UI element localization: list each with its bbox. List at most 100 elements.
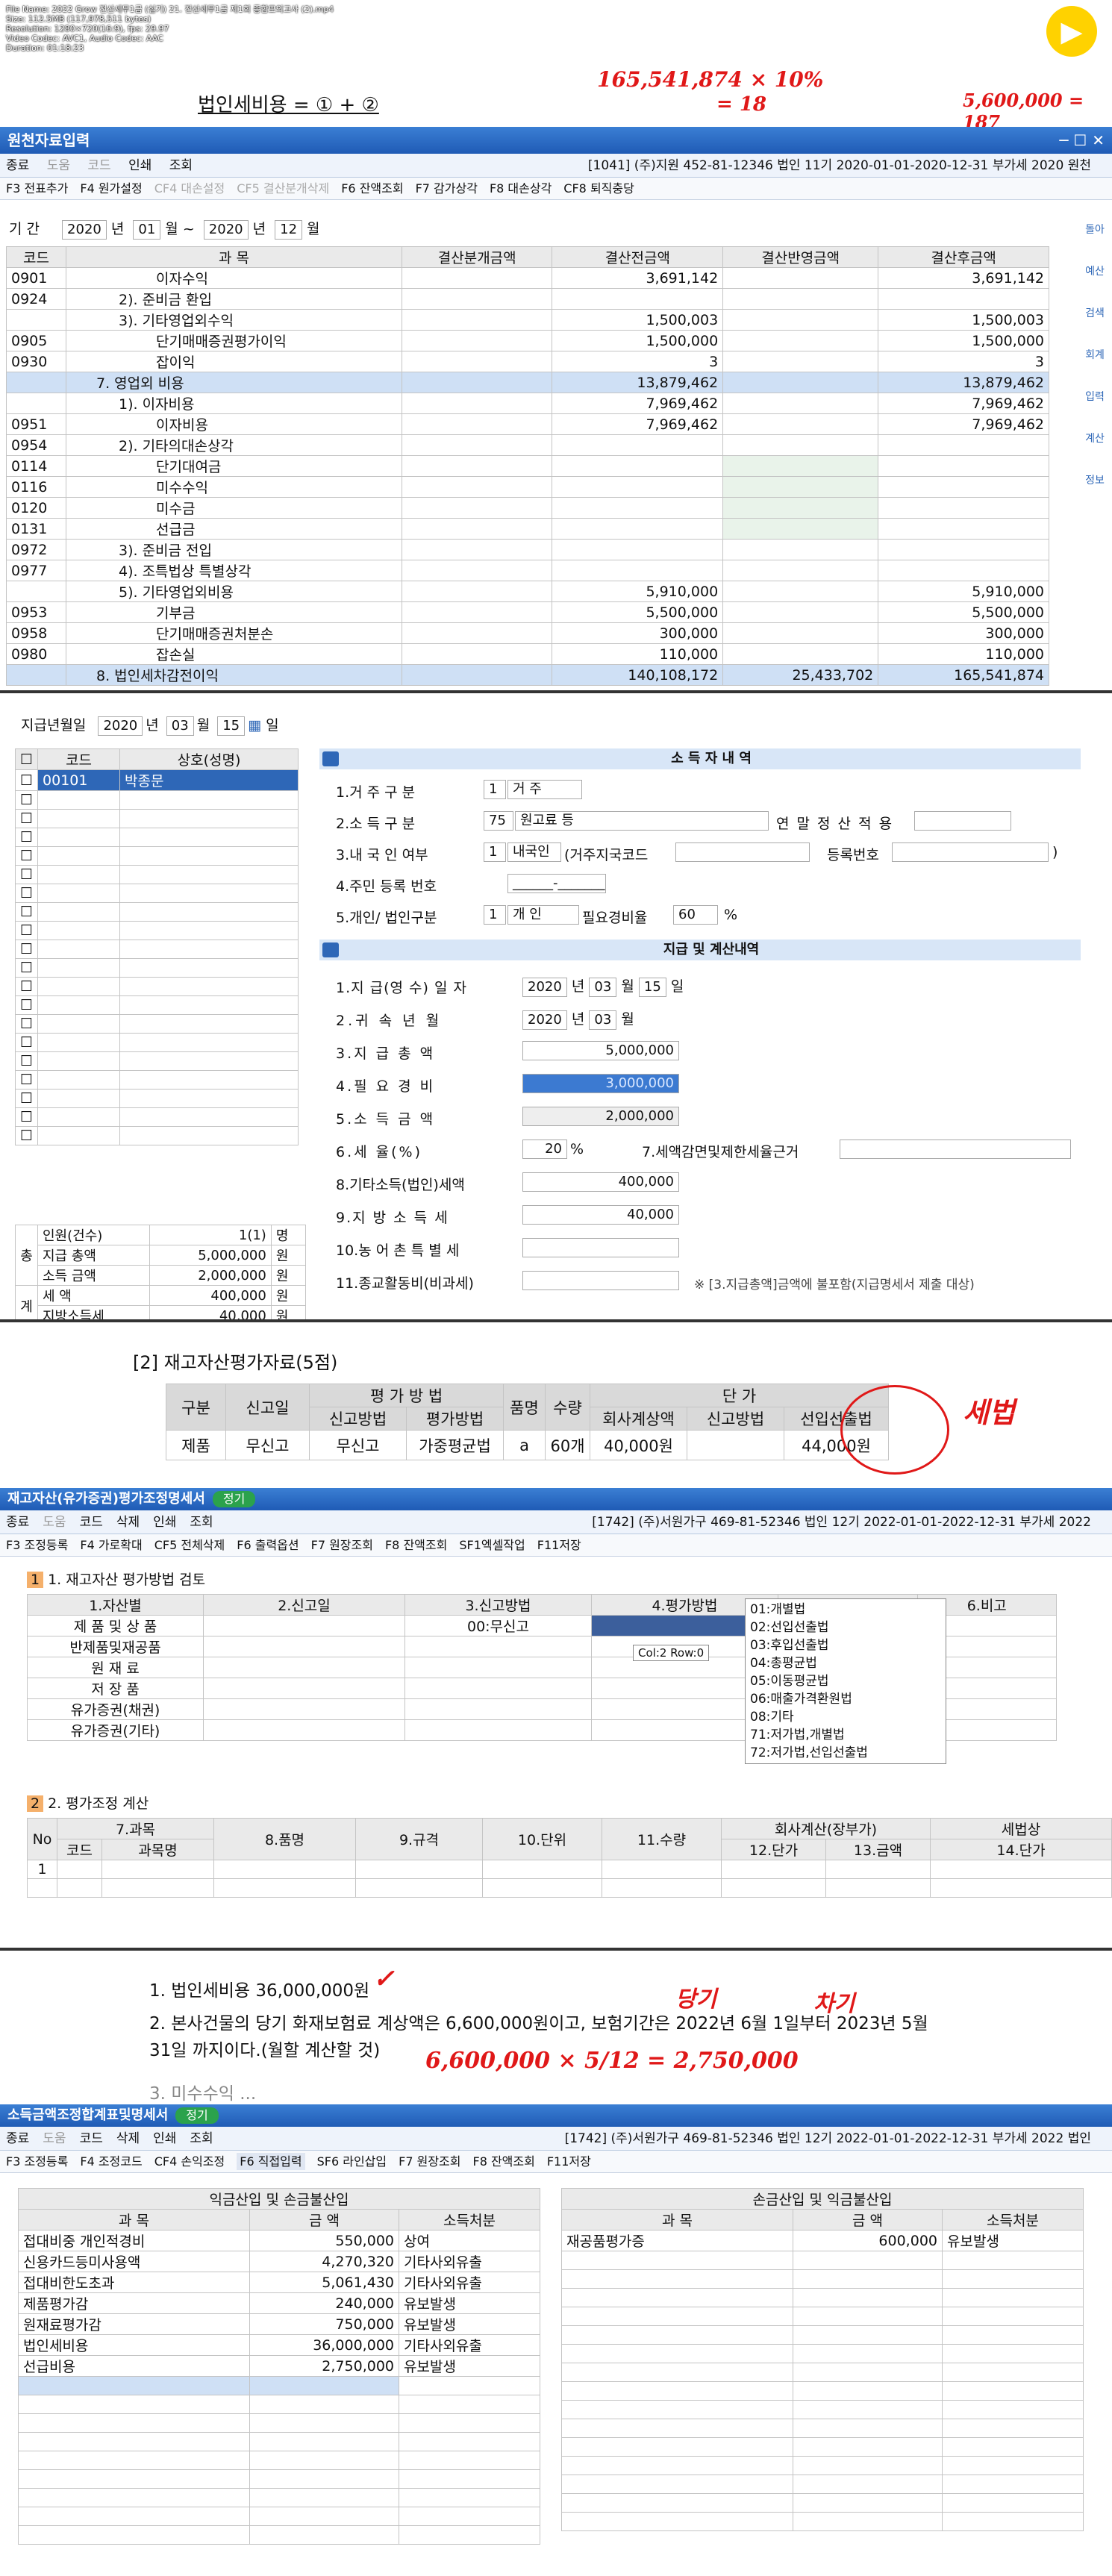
print-button[interactable]: 인쇄 — [128, 158, 152, 173]
table-row[interactable]: 0120 미수금 — [6, 497, 1049, 519]
fkey-7[interactable]: F8 잔액조회 — [472, 2154, 534, 2169]
adjust-row[interactable] — [18, 2451, 540, 2470]
adjust-row[interactable] — [18, 2525, 540, 2545]
adjust-row[interactable] — [561, 2344, 1084, 2363]
dropdown-option[interactable]: 08:기타 — [750, 1708, 941, 1726]
side-item-6[interactable]: 계산 — [1081, 418, 1109, 460]
close-button[interactable]: 종료 — [6, 1515, 29, 1530]
dropdown-option[interactable]: 71:저가법,개별법 — [750, 1726, 941, 1744]
payee-row[interactable]: ☐ 00101 박종문 — [14, 769, 299, 791]
resident-code[interactable]: 1 — [484, 780, 506, 799]
dropdown-option[interactable]: 03:후입선출법 — [750, 1636, 941, 1654]
fkey-5[interactable]: SF6 라인삽입 — [317, 2154, 387, 2169]
table-row[interactable]: 0954 2). 기타의대손상각 — [6, 434, 1049, 456]
search-button[interactable]: 조회 — [169, 158, 193, 173]
fkey-5[interactable]: F6 잔액조회 — [341, 181, 403, 196]
fkey-3[interactable]: CF4 손익조정 — [154, 2154, 225, 2169]
adjust-row[interactable] — [561, 2512, 1084, 2531]
table-row[interactable]: 0924 2). 준비금 환입 — [6, 288, 1049, 310]
rate-input[interactable]: 60 — [673, 905, 718, 925]
fkey-4[interactable]: CF5 결산분개삭제 — [237, 181, 329, 196]
fkey-1[interactable]: F3 조정등록 — [6, 2154, 68, 2169]
adjust-row[interactable] — [18, 2376, 540, 2395]
table-row[interactable]: 0905 단기매매증권평가이익 1,500,000 1,500,000 — [6, 330, 1049, 351]
adjust-row[interactable]: 접대비한도초과 5,061,430 기타사외유출 — [18, 2272, 540, 2293]
to-year-input[interactable]: 2020 — [203, 220, 249, 240]
table-row[interactable]: 3). 기타영업외수익 1,500,003 1,500,003 — [6, 309, 1049, 331]
table-row[interactable]: 0116 미수수익 — [6, 476, 1049, 498]
close-button[interactable]: 종료 — [6, 2131, 29, 2146]
adjust-row[interactable]: 1 — [27, 1860, 1112, 1879]
table-row[interactable]: 0131 선급금 — [6, 518, 1049, 540]
calendar-icon[interactable]: ▦ — [248, 717, 261, 734]
side-item-4[interactable]: 회계 — [1081, 334, 1109, 376]
search-button[interactable]: 조회 — [190, 1515, 213, 1530]
calc-year-input[interactable]: 2020 — [522, 978, 567, 997]
adjust-row[interactable] — [18, 2488, 540, 2507]
fkey-2[interactable]: F4 조정코드 — [80, 2154, 142, 2169]
table-row[interactable]: 5). 기타영업외비용 5,910,000 5,910,000 — [6, 581, 1049, 602]
foreign-code-input[interactable] — [675, 842, 810, 862]
table-row[interactable]: 8. 법인세차감전이익 140,108,172 25,433,702 165,541,… — [6, 664, 1049, 686]
adjust-row[interactable] — [18, 2413, 540, 2433]
side-item-5[interactable]: 입력 — [1081, 376, 1109, 418]
side-item-2[interactable]: 예산 — [1081, 251, 1109, 293]
close-button[interactable]: 종료 — [6, 158, 29, 173]
fkey-1[interactable]: F3 전표추가 — [6, 181, 68, 196]
table-row[interactable]: 0953 기부금 5,500,000 5,500,000 — [6, 601, 1049, 623]
adjust-row[interactable] — [561, 2456, 1084, 2475]
tab-regular[interactable]: 정기 — [175, 2107, 219, 2124]
pay-day-input[interactable]: 15 — [217, 716, 246, 736]
adjust-row[interactable]: 접대비중 개인적경비 550,000 상여 — [18, 2230, 540, 2251]
print-button[interactable]: 인쇄 — [153, 2131, 176, 2146]
fkey-4[interactable]: F6 직접입력 — [237, 2153, 305, 2170]
fkey-5[interactable]: F7 원장조회 — [311, 1538, 373, 1552]
type-code[interactable]: 1 — [484, 905, 506, 925]
dropdown-option[interactable]: 04:총평균법 — [750, 1654, 941, 1672]
adjust-row[interactable] — [18, 2507, 540, 2526]
print-button[interactable]: 인쇄 — [153, 1515, 176, 1530]
income-type-code[interactable]: 75 — [484, 811, 513, 831]
belong-year-input[interactable]: 2020 — [522, 1010, 567, 1030]
fkey-8[interactable]: F11저장 — [547, 2154, 591, 2169]
adjust-row[interactable] — [561, 2269, 1084, 2289]
table-row[interactable]: 0114 단기대여금 — [6, 455, 1049, 477]
adjust-row[interactable]: 법인세비용 36,000,000 기타사외유출 — [18, 2334, 540, 2356]
dropdown-option[interactable]: 01:개별법 — [750, 1601, 941, 1619]
dropdown-option[interactable]: 02:선입선출법 — [750, 1619, 941, 1636]
adjust-row[interactable]: 선급비용 2,750,000 유보발생 — [18, 2355, 540, 2377]
play-icon[interactable]: ▶ — [1046, 6, 1097, 57]
to-month-select[interactable]: 12 — [275, 220, 303, 240]
belong-month-input[interactable]: 03 — [589, 1010, 617, 1030]
national-code[interactable]: 1 — [484, 842, 506, 862]
side-item-3[interactable]: 검색 — [1081, 293, 1109, 334]
adjust-row[interactable] — [561, 2307, 1084, 2326]
fkey-4[interactable]: F6 출력옵션 — [237, 1538, 299, 1552]
table-row[interactable]: 0980 잡손실 110,000 110,000 — [6, 643, 1049, 665]
help-button[interactable]: 도움 — [43, 1515, 66, 1530]
adjust-row[interactable] — [561, 2475, 1084, 2494]
fkey-8[interactable]: F11저장 — [537, 1538, 581, 1552]
help-button[interactable]: 도움 — [43, 2131, 66, 2146]
table-row[interactable]: 1). 이자비용 7,969,462 7,969,462 — [6, 393, 1049, 414]
check-all[interactable]: ☐ — [14, 748, 39, 770]
table-row[interactable]: 0930 잡이익 3 3 — [6, 351, 1049, 372]
fkey-3[interactable]: CF4 대손설정 — [154, 181, 225, 196]
local-tax-input[interactable]: 40,000 — [522, 1205, 679, 1225]
calc-day-input[interactable]: 15 — [638, 978, 666, 997]
side-item-7[interactable]: 정보 — [1081, 460, 1109, 501]
adjust-row[interactable] — [561, 2400, 1084, 2419]
delete-button[interactable]: 삭제 — [116, 2131, 140, 2146]
adjust-row[interactable] — [561, 2251, 1084, 2270]
dropdown-option[interactable]: 05:이동평균법 — [750, 1672, 941, 1690]
fkey-6[interactable]: F8 잔액조회 — [385, 1538, 447, 1552]
adjust-row[interactable] — [18, 2395, 540, 2414]
calc-month-input[interactable]: 03 — [589, 978, 617, 997]
adjust-row[interactable]: 제품평가감 240,000 유보발생 — [18, 2292, 540, 2314]
help-button[interactable]: 도움 — [47, 158, 70, 173]
reduce-input[interactable] — [840, 1139, 1071, 1159]
fkey-1[interactable]: F3 조정등록 — [6, 1538, 68, 1552]
table-row[interactable]: 7. 영업외 비용 13,879,462 13,879,462 — [6, 372, 1049, 393]
adjust-row[interactable]: 원재료평가감 750,000 유보발생 — [18, 2313, 540, 2335]
adjust-row[interactable] — [561, 2325, 1084, 2345]
